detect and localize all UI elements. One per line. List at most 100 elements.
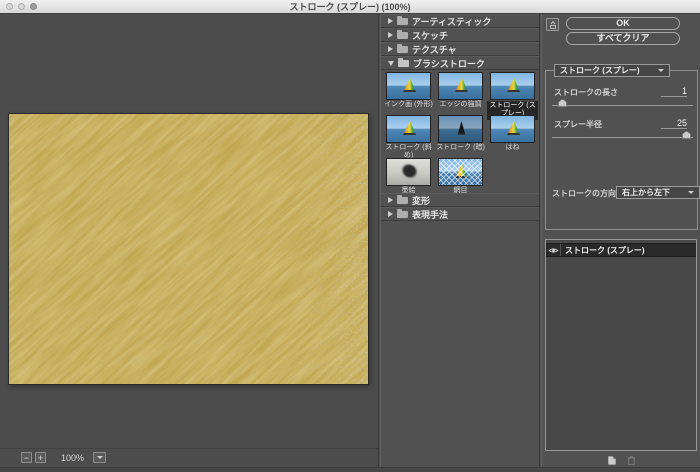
expanded-arrow-icon — [388, 61, 394, 66]
folder-icon — [397, 46, 408, 53]
window-bottom-edge — [0, 467, 700, 472]
filter-thumb-accented-edges[interactable]: エッジの強調 — [435, 72, 486, 109]
collapsed-arrow-icon — [388, 211, 393, 217]
settings-panel: OK すべてクリア ストローク (スプレー) ストロークの長さ 1 スプレー半径… — [541, 14, 700, 472]
preview-statusbar: − + 100% — [0, 448, 378, 466]
collapsed-arrow-icon — [388, 18, 393, 24]
category-label: 表現手法 — [412, 208, 448, 221]
stroke-length-value[interactable]: 1 — [661, 86, 687, 97]
filter-thumb-label: はね — [487, 144, 538, 152]
filter-thumbnail-image — [386, 72, 431, 100]
effects-footer — [542, 454, 700, 466]
category-label: アーティスティック — [412, 15, 491, 28]
filter-gallery-window: ストローク (スプレー) (100%) — [0, 0, 700, 472]
zoom-level-dropdown[interactable] — [93, 452, 106, 463]
filter-thumbnail-image — [438, 158, 483, 186]
category-sketch[interactable]: スケッチ — [381, 28, 539, 42]
stroke-direction-select[interactable]: 右上から左下 — [616, 186, 700, 199]
zoom-window-button[interactable] — [30, 3, 37, 10]
spray-radius-label: スプレー半径 — [554, 119, 602, 130]
stroke-length-label: ストロークの長さ — [554, 87, 618, 98]
stroke-direction-label: ストロークの方向: — [552, 188, 619, 199]
zoom-out-button[interactable]: − — [21, 452, 32, 463]
collapsed-arrow-icon — [388, 32, 393, 38]
category-label: テクスチャ — [412, 43, 457, 56]
chevron-down-icon — [688, 191, 694, 194]
spray-radius-value[interactable]: 25 — [661, 118, 687, 129]
collapsed-arrow-icon — [388, 46, 393, 52]
category-distort[interactable]: 変形 — [381, 193, 539, 207]
collapsed-arrow-icon — [388, 197, 393, 203]
filter-thumb-spatter[interactable]: はね — [487, 115, 538, 152]
category-label: スケッチ — [412, 29, 448, 42]
chevron-down-icon — [97, 456, 103, 459]
filter-thumbnail-image — [490, 115, 535, 143]
preview-pane: − + 100% — [0, 14, 379, 472]
sailboat-icon — [507, 78, 520, 92]
ok-button[interactable]: OK — [566, 17, 680, 30]
filter-preview-image[interactable] — [8, 113, 369, 385]
gold-texture-image — [9, 114, 368, 384]
window-title: ストローク (スプレー) (100%) — [289, 0, 410, 13]
sailboat-icon — [455, 121, 468, 135]
sailboat-icon — [403, 78, 416, 92]
filter-thumb-crosshatch[interactable]: 網目 — [435, 158, 486, 195]
sailboat-icon — [507, 121, 520, 135]
folder-icon — [397, 32, 408, 39]
zoom-level: 100% — [61, 453, 84, 463]
window-controls — [6, 3, 37, 10]
spray-radius-slider[interactable] — [552, 130, 693, 140]
titlebar: ストローク (スプレー) (100%) — [0, 0, 700, 14]
filter-thumb-angled-strokes[interactable]: ストローク (斜め) — [383, 115, 434, 160]
new-layer-icon — [606, 455, 617, 466]
filter-select[interactable]: ストローク (スプレー) — [554, 64, 670, 77]
category-artistic[interactable]: アーティスティック — [381, 14, 539, 28]
slider-track — [552, 105, 693, 106]
folder-icon — [397, 197, 408, 204]
slider-track — [552, 137, 693, 138]
category-label: ブラシストローク — [413, 57, 485, 70]
slider-thumb[interactable] — [682, 131, 691, 139]
stroke-direction-value: 右上から左下 — [622, 187, 670, 198]
collapse-panel-icon — [548, 20, 558, 30]
category-stylize[interactable]: 表現手法 — [381, 207, 539, 221]
filter-thumbnail-image — [386, 158, 431, 186]
category-label: 変形 — [412, 194, 430, 207]
filter-thumbnail-image — [438, 72, 483, 100]
filter-thumbnail-image — [386, 115, 431, 143]
effect-layers-list: ストローク (スプレー) — [545, 239, 697, 451]
filter-thumb-sprayed-strokes[interactable]: ストローク (スプレー) — [487, 72, 538, 120]
sailboat-icon — [455, 164, 468, 178]
hide-thumbnails-toggle[interactable] — [546, 18, 559, 31]
stroke-length-slider[interactable] — [552, 98, 693, 108]
effect-layer-row[interactable]: ストローク (スプレー) — [546, 243, 696, 257]
clear-all-button[interactable]: すべてクリア — [566, 32, 680, 45]
chevron-down-icon — [658, 69, 664, 72]
zoom-in-button[interactable]: + — [35, 452, 46, 463]
filter-thumbnail-image — [490, 72, 535, 100]
filter-thumbnail-image — [438, 115, 483, 143]
category-brush-strokes[interactable]: ブラシストローク — [381, 56, 539, 70]
open-folder-icon — [398, 60, 409, 67]
filter-thumb-dark-strokes[interactable]: ストローク (暗) — [435, 115, 486, 152]
minimize-button[interactable] — [18, 3, 25, 10]
slider-thumb[interactable] — [558, 99, 567, 107]
close-button[interactable] — [6, 3, 13, 10]
visibility-toggle[interactable] — [546, 244, 561, 256]
delete-effect-layer-button[interactable] — [626, 454, 638, 466]
filter-thumb-ink-outlines[interactable]: インク画 (外形) — [383, 72, 434, 109]
sailboat-icon — [455, 78, 468, 92]
category-texture[interactable]: テクスチャ — [381, 42, 539, 56]
filter-thumb-label: インク画 (外形) — [383, 101, 434, 109]
new-effect-layer-button[interactable] — [606, 454, 618, 466]
filter-thumb-sumie[interactable]: 墨絵 — [383, 158, 434, 195]
eye-icon — [548, 247, 559, 254]
filter-select-value: ストローク (スプレー) — [560, 65, 640, 76]
trash-icon — [626, 455, 637, 466]
folder-icon — [397, 211, 408, 218]
filter-thumb-label: ストローク (暗) — [435, 144, 486, 152]
effect-layer-label: ストローク (スプレー) — [561, 245, 645, 256]
filter-thumb-label: エッジの強調 — [435, 101, 486, 109]
filter-category-list: アーティスティック スケッチ テクスチャ ブラシストローク インク画 (外形) … — [380, 14, 540, 472]
folder-icon — [397, 18, 408, 25]
